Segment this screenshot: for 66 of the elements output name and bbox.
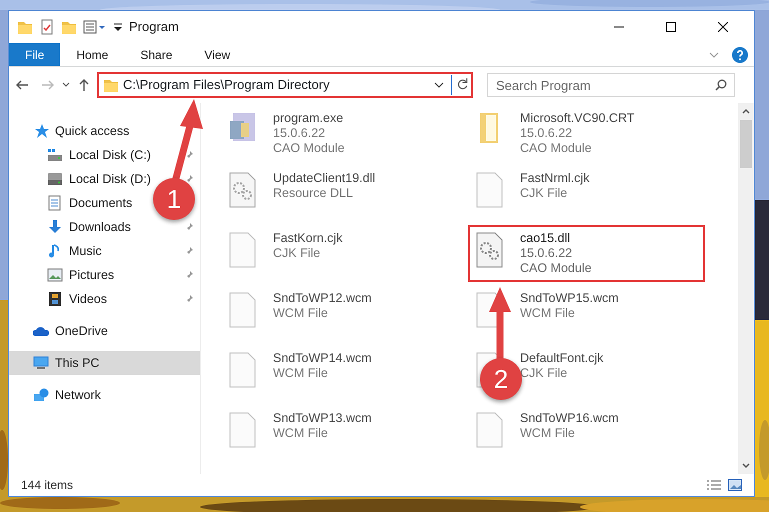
document-icon — [47, 195, 63, 211]
large-icons-view-icon[interactable] — [728, 479, 742, 491]
file-name[interactable]: program.exe — [273, 111, 345, 126]
ribbon-tab[interactable]: Home — [60, 43, 124, 66]
sidebar-item[interactable]: Documents — [9, 191, 138, 215]
star-icon — [33, 123, 49, 139]
file-name[interactable]: FastKorn.cjk — [273, 231, 342, 246]
ribbon-tab[interactable]: Share — [124, 43, 188, 66]
maximize-icon — [666, 22, 676, 32]
file-type: CAO Module — [520, 261, 592, 276]
file-type: CAO Module — [520, 141, 593, 156]
close-icon — [718, 22, 728, 32]
file-type: WCM File — [520, 426, 576, 441]
sidebar-item[interactable]: This PC — [9, 351, 200, 375]
customize-icon[interactable] — [83, 19, 107, 35]
search-icon[interactable] — [715, 79, 727, 91]
sidebar-item[interactable]: Videos — [9, 287, 200, 311]
file-type: WCM File — [273, 426, 329, 441]
file-version: 15.0.6.22 — [273, 126, 326, 141]
file-name[interactable]: SndToWP13.wcm — [273, 411, 372, 426]
item-count: 144 items — [21, 477, 74, 494]
file-name[interactable]: UpdateClient19.dll — [273, 171, 376, 186]
file-name[interactable]: Microsoft.VC90.CRT — [520, 111, 634, 126]
file-type: WCM File — [520, 306, 576, 321]
file-version: 15.0.6.22 — [520, 246, 574, 261]
file-type: WCM File — [273, 306, 329, 321]
address-path: C:\Program Files\Program Directory — [122, 76, 331, 94]
scrollbar-thumb[interactable] — [740, 120, 752, 168]
file-name[interactable]: SndToWP16.wcm — [520, 411, 619, 426]
file-name[interactable]: SndToWP14.wcm — [273, 351, 372, 366]
address-bar[interactable]: C:\Program Files\Program Directory — [97, 72, 473, 98]
sidebar-item[interactable]: Music — [9, 239, 200, 263]
file-name[interactable]: SndToWP15.wcm — [520, 291, 619, 306]
file-type: CJK File — [520, 186, 568, 201]
sidebar-item[interactable]: OneDrive — [9, 319, 114, 343]
film-icon — [47, 291, 63, 307]
sidebar-item[interactable]: Local Disk (C:) — [9, 143, 200, 167]
folder-icon — [103, 77, 119, 93]
window-title: Program — [129, 18, 179, 36]
properties-icon[interactable] — [39, 19, 55, 35]
picture-icon — [47, 267, 63, 283]
file-type: WCM File — [273, 366, 329, 381]
back-icon[interactable] — [15, 78, 29, 92]
file-version: 15.0.6.22 — [520, 126, 574, 141]
sidebar-item[interactable]: Quick access — [9, 119, 136, 143]
file-type: Resource DLL — [273, 186, 354, 201]
drive-icon — [47, 147, 63, 163]
sidebar-item[interactable]: Network — [9, 383, 107, 407]
monitor-icon — [33, 355, 49, 371]
ribbon-tab[interactable]: View — [188, 43, 246, 66]
drive-icon — [47, 171, 63, 187]
file-type: CJK File — [520, 366, 568, 381]
up-icon[interactable] — [77, 78, 91, 92]
ribbon-tab[interactable]: File — [9, 43, 60, 66]
file-type: CAO Module — [273, 141, 345, 156]
network-icon — [33, 387, 49, 403]
file-name[interactable]: SndToWP12.wcm — [273, 291, 372, 306]
file-type: CJK File — [273, 246, 322, 261]
file-name[interactable]: DefaultFont.cjk — [520, 351, 604, 366]
file-name[interactable]: FastNrml.cjk — [520, 171, 590, 186]
file-name[interactable]: cao15.dll — [520, 231, 592, 246]
help-icon[interactable] — [732, 46, 748, 62]
details-view-icon[interactable] — [706, 479, 722, 491]
download-icon — [47, 219, 63, 235]
sidebar-item[interactable]: Pictures — [9, 263, 200, 287]
search-field[interactable]: Search Program — [487, 73, 735, 97]
